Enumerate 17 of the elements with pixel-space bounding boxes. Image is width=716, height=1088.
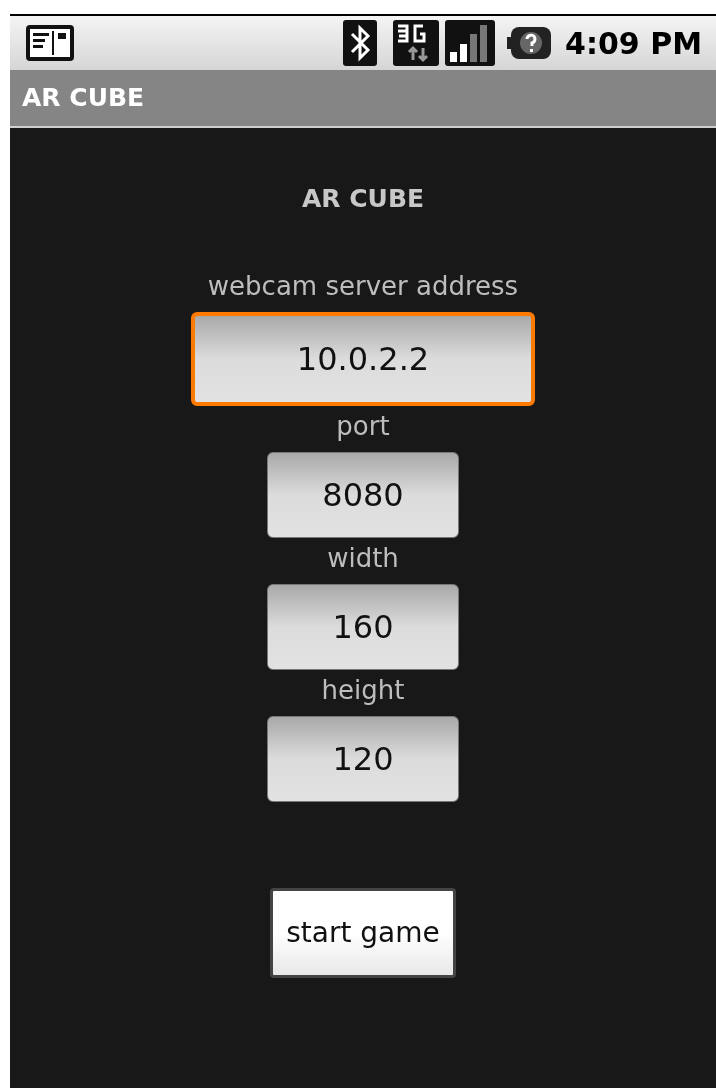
app-title: AR CUBE	[22, 82, 145, 115]
field-label: webcam server address	[207, 269, 519, 303]
input-field[interactable]: 10.0.2.2	[191, 311, 535, 406]
field-label: height	[321, 673, 405, 707]
network-3g-icon	[393, 20, 440, 66]
start-game-button[interactable]: start game	[270, 887, 456, 978]
field-label: port	[336, 409, 390, 443]
input-field[interactable]: 120	[267, 715, 459, 802]
signal-icon	[445, 20, 496, 66]
battery-unknown-icon	[507, 25, 552, 61]
input-field[interactable]: 8080	[267, 451, 459, 538]
field-label: width	[327, 541, 399, 575]
bluetooth-icon	[343, 20, 378, 66]
clock: 4:09 PM	[565, 24, 702, 63]
heading: AR CUBE	[301, 183, 425, 215]
input-field[interactable]: 160	[267, 583, 459, 670]
notification-icon	[24, 23, 76, 63]
